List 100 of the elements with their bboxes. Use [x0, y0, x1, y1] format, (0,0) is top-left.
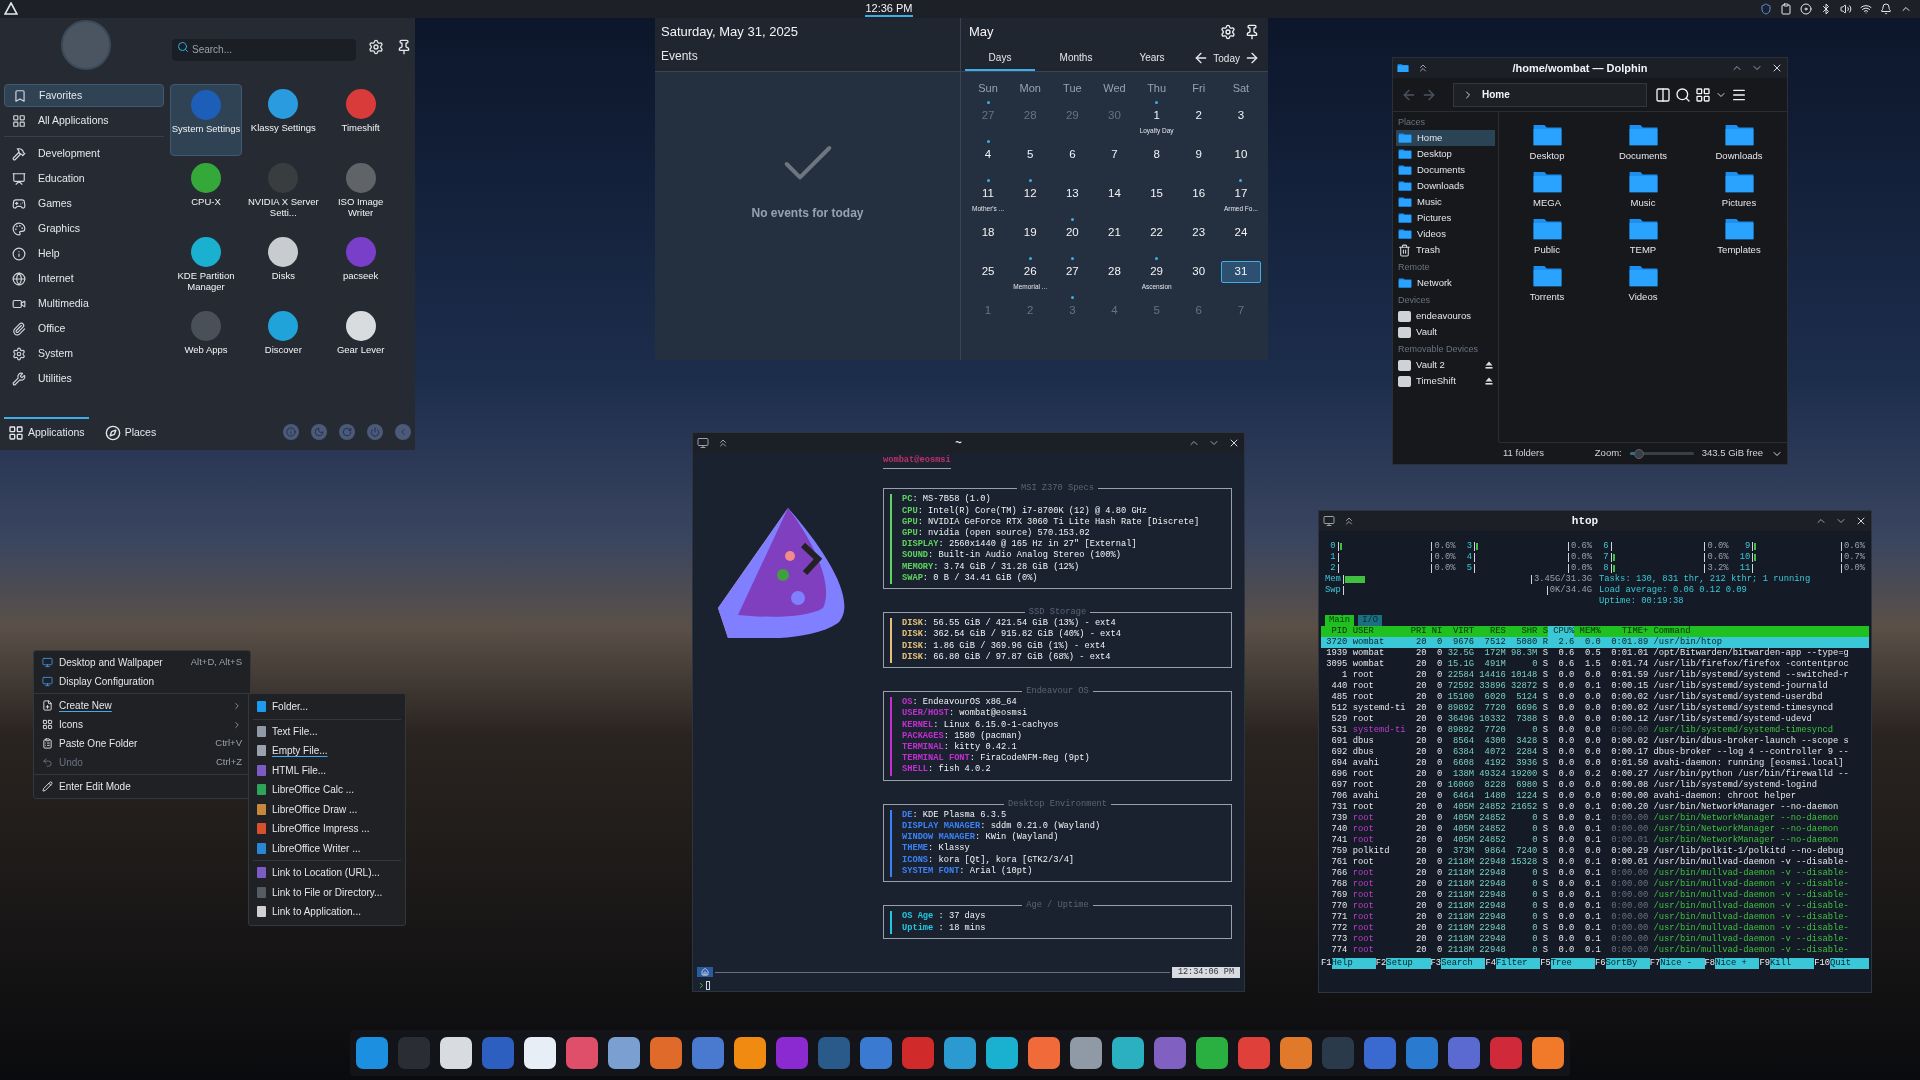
process-line[interactable]: 773 root 20 0 2118M 22948 0 S 0.0 0.1 0:00.00 /usr/bin/mullvad-daemon -v --disable- [1321, 934, 1869, 945]
menu-item[interactable]: Paste One Folder Ctrl+V [34, 734, 250, 753]
restart-icon[interactable] [339, 424, 355, 440]
sidebar-item[interactable]: Trash [1396, 242, 1495, 258]
calendar-day[interactable]: 11 [968, 183, 1009, 205]
directory-tile[interactable]: Public [1499, 216, 1595, 257]
sidebar-item[interactable]: Network [1396, 275, 1495, 291]
calendar-day[interactable]: 12 [1010, 183, 1051, 205]
directory-tile[interactable]: Desktop [1499, 122, 1595, 163]
column-header[interactable]: MEM% [1574, 626, 1601, 637]
settings-icon[interactable] [1220, 23, 1236, 40]
app-tile[interactable]: KDE Partition Manager [170, 232, 242, 304]
process-line[interactable]: 768 root 20 0 2118M 22948 0 S 0.0 0.1 0:00.00 /usr/bin/mullvad-daemon -v --disable- [1321, 879, 1869, 890]
process-line[interactable]: 692 dbus 20 0 6384 4072 2284 S 0.0 0.0 0:00.17 dbus-broker --log 4 --controller 9 -- [1321, 747, 1869, 758]
calendar-day[interactable]: 17 [1220, 183, 1261, 205]
process-line[interactable]: 769 root 20 0 2118M 22948 0 S 0.0 0.1 0:00.00 /usr/bin/mullvad-daemon -v --disable- [1321, 890, 1869, 901]
search-field[interactable]: Search... [172, 38, 356, 61]
sidebar-item[interactable]: TimeShift [1396, 373, 1495, 389]
column-header[interactable]: SHR [1505, 626, 1538, 637]
menu-item[interactable]: LibreOffice Writer ... [253, 838, 401, 858]
menu-item[interactable]: LibreOffice Draw ... [253, 799, 401, 819]
menu-item[interactable]: Link to Location (URL)... [253, 863, 401, 883]
process-line[interactable]: 759 polkitd 20 0 373M 9864 7240 S 0.0 0.0 0:00.29 /usr/lib/polkit-1/polkitd --no-debug [1321, 846, 1869, 857]
column-header[interactable]: Command [1648, 626, 1869, 637]
directory-tile[interactable]: Pictures [1691, 169, 1787, 210]
wifi-icon[interactable] [1860, 3, 1872, 15]
column-header[interactable]: NI [1426, 626, 1443, 637]
app-tile[interactable]: Gear Lever [324, 306, 397, 378]
zoom-slider[interactable] [1629, 448, 1694, 459]
column-header[interactable]: TIME+ [1600, 626, 1649, 637]
calendar-day[interactable]: 18 [968, 222, 1009, 244]
menu-item[interactable]: Enter Edit Mode [34, 777, 250, 796]
clipboard-icon[interactable] [1780, 3, 1792, 15]
category-item[interactable]: Utilities [4, 367, 164, 390]
directory-tile[interactable]: Downloads [1691, 122, 1787, 163]
calendar-day[interactable]: 4 [968, 144, 1009, 166]
menu-item[interactable]: Desktop and Wallpaper Alt+D, Alt+S [34, 653, 250, 672]
menu-item[interactable]: HTML File... [253, 760, 401, 780]
keep-above-icon[interactable] [1417, 62, 1429, 74]
process-line[interactable]: 529 root 20 0 36496 10332 7388 S 0.0 0.0 0:00.12 /usr/lib/systemd/systemd-udevd [1321, 714, 1869, 725]
calendar-day[interactable]: 30 [1178, 261, 1219, 283]
category-item[interactable]: Games [4, 192, 164, 215]
settings-icon[interactable] [368, 39, 384, 55]
close-icon[interactable] [1855, 515, 1867, 527]
app-tile[interactable]: Web Apps [170, 306, 242, 378]
app-icon[interactable] [1070, 1037, 1102, 1069]
category-item[interactable]: Education [4, 167, 164, 190]
calendar-day[interactable]: 13 [1052, 183, 1093, 205]
app-icon[interactable] [734, 1037, 766, 1069]
column-header[interactable]: S [1537, 626, 1548, 637]
process-line[interactable]: 766 root 20 0 2118M 22948 0 S 0.0 0.1 0:00.00 /usr/bin/mullvad-daemon -v --disable- [1321, 868, 1869, 879]
app-icon[interactable] [1532, 1037, 1564, 1069]
menu-item[interactable]: Create New [34, 696, 250, 715]
category-item[interactable]: All Applications [4, 109, 164, 132]
eject-icon[interactable] [1485, 377, 1493, 385]
calendar-day[interactable]: 21 [1094, 222, 1135, 244]
app-tile[interactable]: ISO Image Writer [324, 158, 397, 230]
process-line[interactable]: 771 root 20 0 2118M 22948 0 S 0.0 0.1 0:00.00 /usr/bin/mullvad-daemon -v --disable- [1321, 912, 1869, 923]
process-line[interactable]: 772 root 20 0 2118M 22948 0 S 0.0 0.1 0:00.00 /usr/bin/mullvad-daemon -v --disable- [1321, 923, 1869, 934]
sidebar-item[interactable]: Home [1396, 130, 1495, 146]
app-icon[interactable] [524, 1037, 556, 1069]
function-key[interactable]: F6SortBy [1595, 958, 1650, 969]
process-line[interactable]: 731 root 20 0 405M 24852 21652 S 0.0 0.1 0:00.20 /usr/bin/NetworkManager --no-daemon [1321, 802, 1869, 813]
directory-tile[interactable]: MEGA [1499, 169, 1595, 210]
function-key[interactable]: F3Search [1430, 958, 1486, 969]
pin-icon[interactable] [396, 39, 412, 55]
tab[interactable]: Main [1325, 615, 1355, 626]
calendar-day[interactable]: 31 [1220, 261, 1261, 283]
bottom-tab[interactable]: Places [100, 417, 161, 447]
category-item[interactable]: Graphics [4, 217, 164, 240]
category-item[interactable]: Development [4, 142, 164, 165]
process-line[interactable]: 739 root 20 0 405M 24852 0 S 0.0 0.1 0:00.00 /usr/bin/NetworkManager --no-daemon [1321, 813, 1869, 824]
process-line[interactable]: 691 dbus 20 0 8564 4300 3428 S 0.0 0.0 0:00.02 /usr/bin/dbus-broker-launch --scope s [1321, 736, 1869, 747]
process-line[interactable]: 706 avahi 20 0 6464 1480 1224 S 0.0 0.0 0:00.00 avahi-daemon: chroot helper [1321, 791, 1869, 802]
app-icon[interactable] [1112, 1037, 1144, 1069]
menu-item[interactable]: Text File... [253, 721, 401, 741]
search-icon[interactable] [1675, 86, 1691, 103]
calendar-day[interactable]: 23 [1178, 222, 1219, 244]
app-icon[interactable] [440, 1037, 472, 1069]
calendar-day[interactable]: 10 [1220, 144, 1261, 166]
calendar-day[interactable]: 22 [1136, 222, 1177, 244]
calendar-day[interactable]: 7 [1094, 144, 1135, 166]
process-line[interactable]: 741 root 20 0 405M 24852 0 S 0.0 0.1 0:00.01 /usr/bin/NetworkManager --no-daemon [1321, 835, 1869, 846]
speaker-icon[interactable] [1840, 3, 1852, 15]
menu-item[interactable]: Folder... [253, 697, 401, 717]
process-line[interactable]: 512 systemd-ti 20 0 89892 7720 6696 S 0.0 0.0 0:00.02 /usr/lib/systemd/systemd-timesyncd [1321, 703, 1869, 714]
calendar-day[interactable]: 24 [1220, 222, 1261, 244]
function-key[interactable]: F2Setup [1375, 958, 1431, 969]
column-header[interactable]: RES [1474, 626, 1506, 637]
today-button[interactable]: Today [1213, 50, 1240, 66]
menu-item[interactable]: LibreOffice Impress ... [253, 819, 401, 839]
menu-item[interactable]: Display Configuration [34, 672, 250, 691]
sidebar-item[interactable]: Vault [1396, 324, 1495, 340]
directory-tile[interactable]: TEMP [1595, 216, 1691, 257]
app-tile[interactable]: Klassy Settings [247, 84, 320, 156]
process-line[interactable]: 774 root 20 0 2118M 22948 0 S 0.0 0.1 0:00.00 /usr/bin/mullvad-daemon -v --disable- [1321, 945, 1869, 956]
process-line[interactable]: 1 root 20 0 22584 14416 10148 S 0.0 0.0 0:01.59 /usr/lib/systemd/systemd --switched-r [1321, 670, 1869, 681]
app-tile[interactable]: Disks [247, 232, 320, 304]
process-line[interactable]: 531 systemd-ti 20 0 89892 7720 0 S 0.0 0.0 0:00.00 /usr/lib/systemd/systemd-timesyncd [1321, 725, 1869, 736]
sidebar-item[interactable]: Desktop [1396, 146, 1495, 162]
